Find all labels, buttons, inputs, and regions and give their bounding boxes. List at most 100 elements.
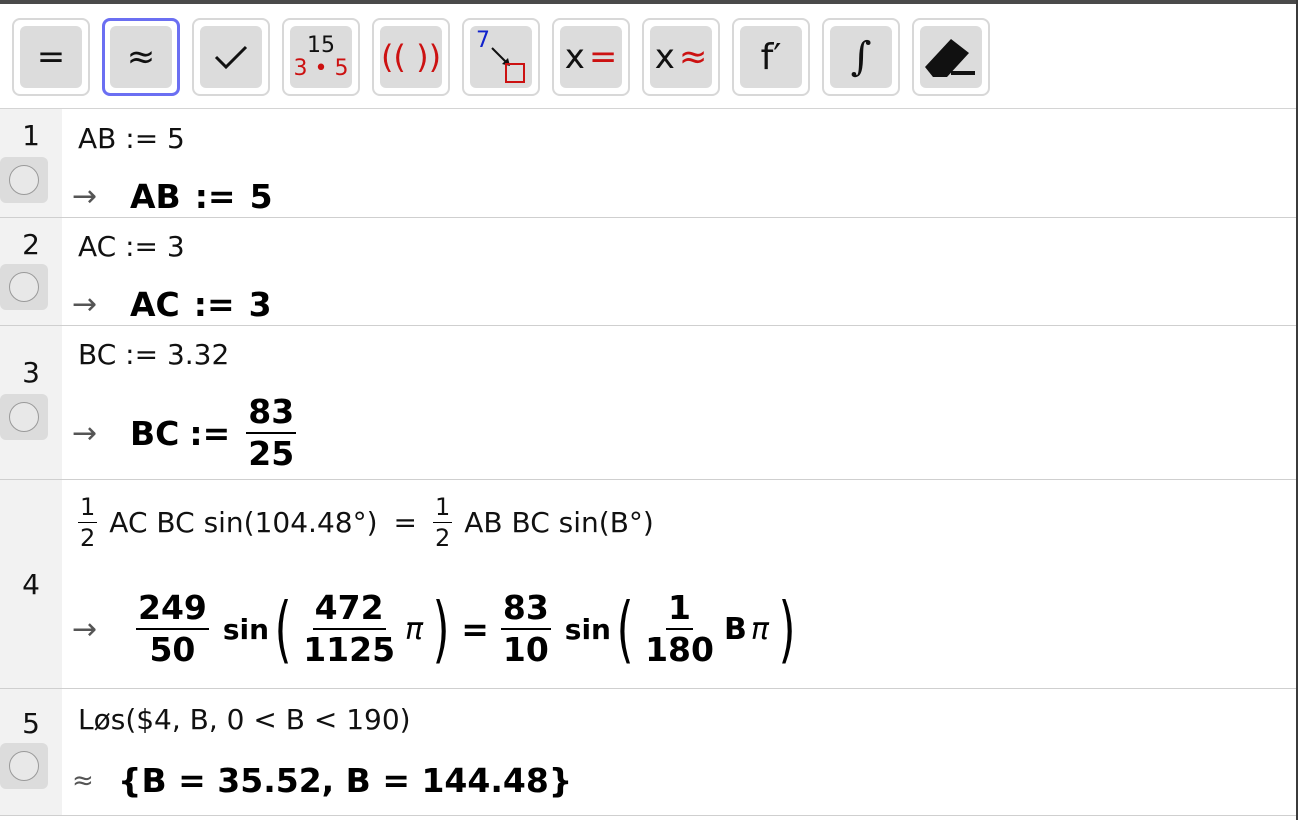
input-equals: = <box>393 506 417 540</box>
row-number: 5 <box>22 707 40 740</box>
factor-button[interactable]: 15 3 • 5 <box>282 18 360 96</box>
output-operator: := <box>193 285 235 324</box>
fraction-denominator: 180 <box>645 630 714 670</box>
eraser-icon <box>920 26 982 88</box>
expand-icon: (( )) <box>380 26 442 88</box>
checkmark-svg <box>214 45 248 70</box>
delete-button[interactable] <box>912 18 990 96</box>
row-visibility-toggle[interactable] <box>0 394 48 440</box>
fraction-denominator: 2 <box>434 524 451 553</box>
fraction-denominator: 1125 <box>303 630 396 670</box>
row-input[interactable]: BC := 3.32 <box>78 338 229 371</box>
output-operator: := <box>189 413 231 453</box>
row-number: 4 <box>22 568 40 601</box>
row-input[interactable]: AC := 3 <box>78 230 185 263</box>
row-number: 2 <box>22 228 40 261</box>
fraction-numerator: 1 <box>666 589 694 631</box>
solve-icon: x = <box>560 26 622 88</box>
cas-row-5[interactable]: 5 Løs($4, B, 0 < B < 190) ≈ {B = 35.52, … <box>0 689 1296 816</box>
substitute-button[interactable]: 7 <box>462 18 540 96</box>
solve-eq: = <box>588 37 618 77</box>
row-number: 1 <box>22 119 40 152</box>
row-output: → AC := 3 <box>72 285 272 324</box>
output-fraction-1: 249 50 <box>136 589 209 670</box>
integral-button[interactable]: ∫ <box>822 18 900 96</box>
input-fraction-left: 1 2 <box>78 494 98 553</box>
input-fraction-right: 1 2 <box>432 494 453 553</box>
substitute-arrow-svg <box>491 47 525 83</box>
approx-symbol: ≈ <box>126 37 156 77</box>
fraction-denominator: 2 <box>80 524 96 553</box>
derivative-icon: f′ <box>740 26 802 88</box>
sin-function: sin <box>564 612 611 646</box>
pi-symbol: π <box>405 611 424 647</box>
approx-output-icon: ≈ <box>72 765 94 796</box>
output-arrow-icon: → <box>72 287 98 322</box>
keep-input-button[interactable] <box>192 18 270 96</box>
row-visibility-toggle[interactable] <box>0 264 48 310</box>
sin-function: sin <box>222 612 270 646</box>
output-arrow-icon: → <box>72 415 98 451</box>
derivative-symbol: f′ <box>760 36 782 78</box>
row-output: → BC := 83 25 <box>72 393 302 474</box>
fraction-denominator: 10 <box>502 630 549 670</box>
output-operator: := <box>194 177 236 216</box>
row-visibility-toggle[interactable] <box>0 157 48 203</box>
fraction-denominator: 25 <box>248 434 295 474</box>
left-paren: ( <box>274 587 292 672</box>
solve-button[interactable]: x = <box>552 18 630 96</box>
right-paren: ) <box>432 587 450 672</box>
output-lhs: AB <box>130 177 181 216</box>
evaluate-icon: = <box>20 26 82 88</box>
factor-top-text: 15 <box>307 32 335 58</box>
approx-icon: ≈ <box>110 26 172 88</box>
fraction-denominator: 50 <box>149 630 196 670</box>
pi-symbol: π <box>750 611 769 647</box>
cas-row-4[interactable]: 4 1 2 AC BC sin(104.48°) = 1 2 AB BC sin… <box>0 480 1296 689</box>
row-input[interactable]: 1 2 AC BC sin(104.48°) = 1 2 AB BC sin(B… <box>78 494 654 552</box>
nsolve-eq: ≈ <box>678 37 708 77</box>
output-fraction-2: 472 1125 <box>303 589 396 670</box>
output-arrow-icon: → <box>72 179 98 214</box>
solve-x: x <box>564 37 585 77</box>
substitute-icon: 7 <box>470 26 532 88</box>
left-paren: ( <box>616 587 634 672</box>
expand-button[interactable]: (( )) <box>372 18 450 96</box>
nsolve-x: x <box>654 37 675 77</box>
cas-row-2[interactable]: 2 AC := 3 → AC := 3 <box>0 218 1296 326</box>
cas-row-1[interactable]: 1 AB := 5 → AB := 5 <box>0 109 1296 218</box>
evaluate-symbol: = <box>36 37 66 77</box>
numeric-button[interactable]: ≈ <box>102 18 180 96</box>
row-input[interactable]: AB := 5 <box>78 122 185 155</box>
output-fraction-4: 1 180 <box>645 589 714 670</box>
row-input[interactable]: Løs($4, B, 0 < B < 190) <box>78 703 411 736</box>
variable-b: B <box>723 611 747 647</box>
row-visibility-toggle[interactable] <box>0 743 48 789</box>
output-fraction: 83 25 <box>246 393 297 474</box>
output-rhs: 5 <box>249 177 273 216</box>
fraction-numerator: 472 <box>312 589 386 631</box>
nsolve-button[interactable]: x ≈ <box>642 18 720 96</box>
row-output: ≈ {B = 35.52, B = 144.48} <box>72 761 572 800</box>
cas-row-3[interactable]: 3 BC := 3.32 → BC := 83 25 <box>0 326 1296 480</box>
fraction-numerator: 83 <box>246 393 297 435</box>
evaluate-button[interactable]: = <box>12 18 90 96</box>
checkmark-icon <box>200 26 262 88</box>
row-number: 3 <box>22 356 40 389</box>
nsolve-icon: x ≈ <box>650 26 712 88</box>
integral-icon: ∫ <box>830 26 892 88</box>
factor-icon: 15 3 • 5 <box>290 26 352 88</box>
eraser-svg <box>925 39 975 77</box>
output-lhs: BC <box>130 413 180 453</box>
right-paren: ) <box>778 587 796 672</box>
output-solution-set: {B = 35.52, B = 144.48} <box>118 761 573 800</box>
factor-bottom-text: 3 • 5 <box>293 56 349 81</box>
input-lhs: AC BC sin(104.48°) <box>109 506 378 540</box>
expand-symbol: (( )) <box>380 38 442 76</box>
input-rhs: AB BC sin(B°) <box>464 506 654 540</box>
derivative-button[interactable]: f′ <box>732 18 810 96</box>
fraction-numerator: 83 <box>500 589 551 631</box>
output-rhs: 3 <box>248 285 272 324</box>
output-arrow-icon: → <box>72 611 98 647</box>
row-output: → AB := 5 <box>72 177 273 216</box>
